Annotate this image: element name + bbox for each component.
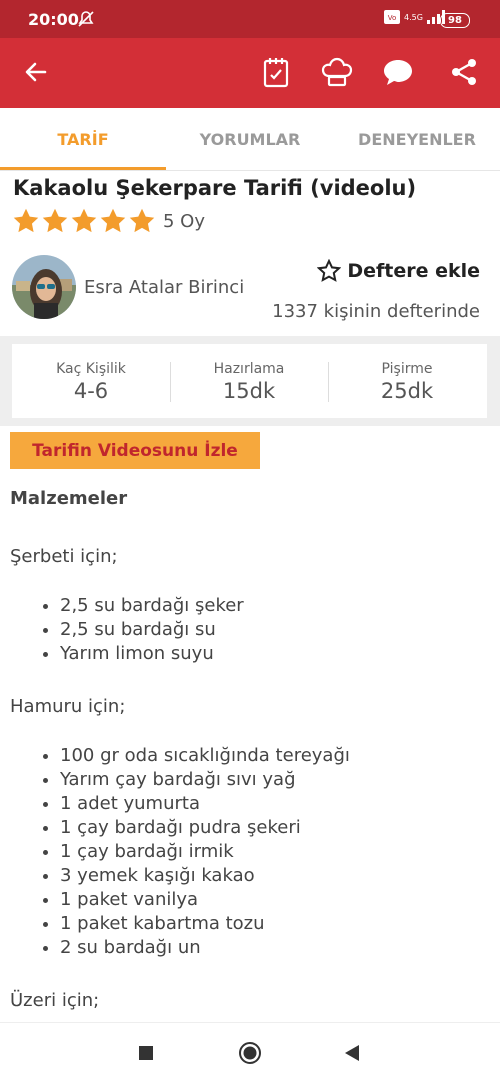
watch-video-button[interactable]: Tarifin Videosunu İzle <box>10 432 260 469</box>
list-item: 3 yemek kaşığı kakao <box>60 864 490 888</box>
section-title: Üzeri için; <box>10 990 100 1011</box>
chat-bubble-icon <box>384 60 412 85</box>
list-item: Yarım limon suyu <box>60 642 490 666</box>
back-arrow-icon <box>25 62 47 82</box>
signal-icon: Vo 4.5G <box>384 10 445 24</box>
author-name[interactable]: Esra Atalar Birinci <box>84 277 244 298</box>
status-time: 20:00 <box>28 10 79 29</box>
home-button[interactable] <box>238 1041 262 1065</box>
home-circle-icon <box>239 1042 261 1064</box>
list-item: 1 paket kabartma tozu <box>60 912 490 936</box>
info-value: 15dk <box>222 379 276 403</box>
info-servings: Kaç Kişilik 4-6 <box>12 344 170 418</box>
checklist-icon <box>263 58 289 88</box>
system-nav-bar <box>0 1022 500 1084</box>
section-title: Şerbeti için; <box>10 546 118 567</box>
back-nav-button[interactable] <box>340 1041 364 1065</box>
star-icon <box>13 208 39 233</box>
list-item: 1 çay bardağı irmik <box>60 840 490 864</box>
shopping-list-button[interactable] <box>256 52 296 92</box>
list-item: 100 gr oda sıcaklığında tereyağı <box>60 744 490 768</box>
list-item: 1 paket vanilya <box>60 888 490 912</box>
list-item: 2 su bardağı un <box>60 936 490 960</box>
square-icon <box>139 1046 153 1060</box>
star-icon <box>129 208 155 233</box>
ingredients-heading: Malzemeler <box>10 488 128 509</box>
back-button[interactable] <box>16 52 56 92</box>
app-bar <box>0 38 500 108</box>
network-label: 4.5G <box>404 12 423 22</box>
recipe-title: Kakaolu Şekerpare Tarifi (videolu) <box>13 176 417 200</box>
add-to-notebook-button[interactable]: Deftere ekle <box>317 259 480 283</box>
author[interactable]: Esra Atalar Birinci <box>12 255 244 319</box>
star-icon <box>100 208 126 233</box>
ingredient-list: 2,5 su bardağı şeker 2,5 su bardağı su Y… <box>10 594 490 666</box>
notebook-count: 1337 kişinin defterinde <box>272 301 480 322</box>
rating[interactable]: 5 Oy <box>12 207 205 235</box>
tab-comments[interactable]: YORUMLAR <box>167 108 333 170</box>
share-icon <box>452 59 476 85</box>
chef-button[interactable] <box>317 52 357 92</box>
mute-icon <box>76 9 96 33</box>
info-label: Kaç Kişilik <box>56 361 126 377</box>
star-icon <box>42 208 68 233</box>
list-item: 2,5 su bardağı su <box>60 618 490 642</box>
ingredient-list: 100 gr oda sıcaklığında tereyağı Yarım ç… <box>10 744 490 960</box>
info-prep-time: Hazırlama 15dk <box>170 344 328 418</box>
chef-hat-icon <box>321 57 353 87</box>
list-item: 1 çay bardağı pudra şekeri <box>60 816 490 840</box>
avatar[interactable] <box>12 255 76 319</box>
info-cook-time: Pişirme 25dk <box>328 344 486 418</box>
star-icon <box>71 208 97 233</box>
tab-tried[interactable]: DENEYENLER <box>334 108 500 170</box>
vote-count: 5 Oy <box>163 210 205 232</box>
info-value: 4-6 <box>73 379 109 403</box>
info-label: Hazırlama <box>213 361 285 377</box>
list-item: 2,5 su bardağı şeker <box>60 594 490 618</box>
star-outline-icon <box>317 259 342 282</box>
list-item: 1 adet yumurta <box>60 792 490 816</box>
recipe-info: Kaç Kişilik 4-6 Hazırlama 15dk Pişirme 2… <box>0 336 500 426</box>
ingredients: Malzemeler Şerbeti için; 2,5 su bardağı … <box>10 488 490 1016</box>
svg-text:Vo: Vo <box>388 14 397 22</box>
info-label: Pişirme <box>381 361 433 377</box>
tab-recipe[interactable]: TARİF <box>0 108 166 170</box>
battery-level: 98 <box>440 13 470 28</box>
share-button[interactable] <box>444 52 484 92</box>
recents-button[interactable] <box>134 1041 158 1065</box>
triangle-back-icon <box>345 1045 359 1061</box>
comments-button[interactable] <box>378 52 418 92</box>
tab-bar: TARİF YORUMLAR DENEYENLER <box>0 108 500 171</box>
list-item: Yarım çay bardağı sıvı yağ <box>60 768 490 792</box>
section-title: Hamuru için; <box>10 696 126 717</box>
info-value: 25dk <box>380 379 434 403</box>
status-bar: 20:00 Vo 4.5G 98 <box>0 0 500 38</box>
add-to-notebook-label: Deftere ekle <box>347 260 480 282</box>
